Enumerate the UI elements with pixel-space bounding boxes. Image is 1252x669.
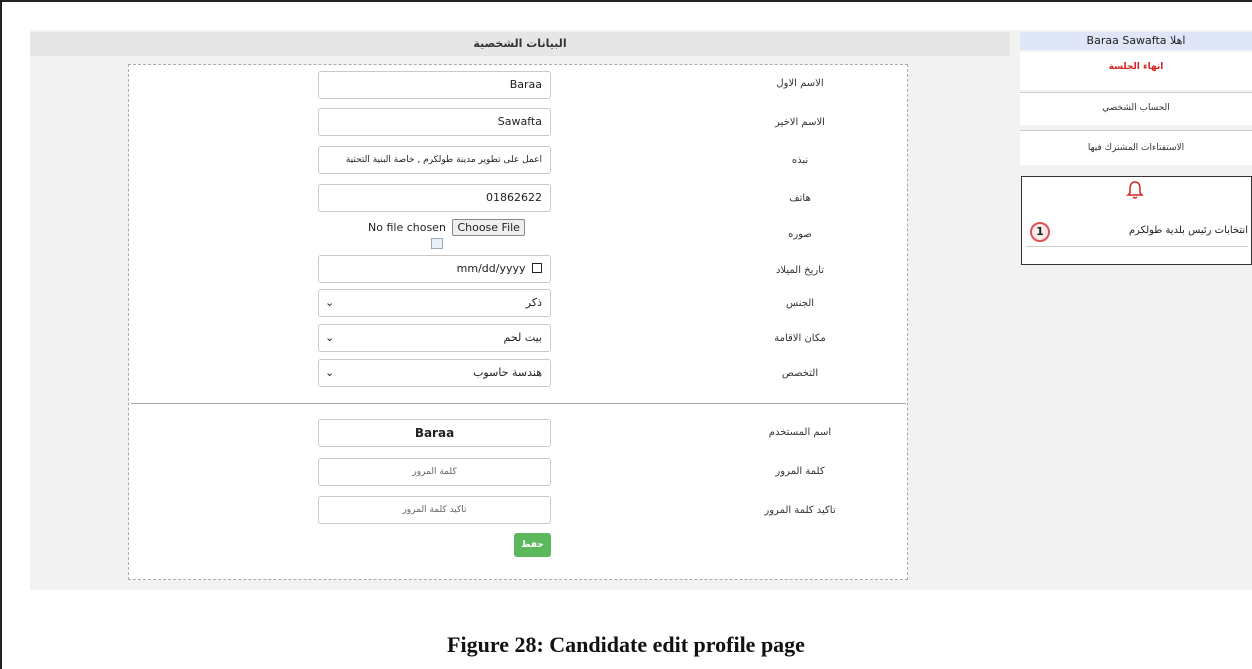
notification-item[interactable]: انتخابات رئيس بلدية طولكرم	[1060, 225, 1248, 236]
phone-input[interactable]: 01862622	[318, 184, 551, 212]
birthdate-label: تاريخ الميلاد	[775, 265, 825, 276]
major-label: التخصص	[781, 368, 819, 379]
page-title: البيانات الشخصية	[30, 32, 1010, 56]
logout-link[interactable]: انهاء الجلسة	[1020, 52, 1252, 90]
first-name-label: الاسم الاول	[776, 78, 824, 89]
phone-label: هاتف	[789, 193, 811, 204]
notification-divider	[1026, 246, 1248, 247]
sidebar-greeting: اهلا Baraa Sawafta	[1020, 32, 1252, 50]
bio-label: نبذه	[791, 155, 809, 166]
password-input[interactable]: كلمة المرور	[318, 458, 551, 486]
figure-caption: Figure 28: Candidate edit profile page	[447, 632, 805, 657]
chevron-down-icon: ⌄	[325, 331, 335, 344]
password-label: كلمة المرور	[775, 466, 825, 477]
profile-photo-image	[431, 238, 443, 249]
residence-label: مكان الاقامة	[774, 333, 826, 344]
notification-count-badge: 1	[1030, 222, 1050, 242]
last-name-input[interactable]: Sawafta	[318, 108, 551, 136]
file-input[interactable]: No file chosen Choose File	[368, 219, 525, 236]
photo-label: صوره	[788, 229, 812, 240]
calendar-icon[interactable]	[532, 263, 542, 273]
gender-label: الجنس	[785, 298, 815, 309]
gender-select[interactable]: ذكر ⌄	[318, 289, 551, 317]
sidebar-item-profile[interactable]: الحساب الشخصي	[1020, 92, 1252, 125]
confirm-password-label: تاكيد كلمة المرور	[764, 505, 836, 516]
username-input[interactable]: Baraa	[318, 419, 551, 447]
save-button[interactable]: حفظ	[514, 533, 551, 557]
section-divider	[131, 403, 906, 404]
choose-file-button[interactable]: Choose File	[452, 219, 525, 236]
username-label: اسم المستخدم	[768, 427, 832, 438]
birthdate-input[interactable]: mm/dd/yyyy	[318, 255, 551, 283]
last-name-label: الاسم الاخير	[775, 117, 825, 128]
major-value: هندسة حاسوب	[473, 366, 542, 379]
birthdate-value: mm/dd/yyyy	[456, 262, 526, 275]
first-name-input[interactable]: Baraa	[318, 71, 551, 99]
residence-value: بيت لحم	[503, 331, 542, 344]
confirm-password-input[interactable]: تاكيد كلمة المرور	[318, 496, 551, 524]
gender-value: ذكر	[525, 296, 542, 309]
bell-icon[interactable]	[1126, 180, 1144, 200]
chevron-down-icon: ⌄	[325, 366, 335, 379]
chevron-down-icon: ⌄	[325, 296, 335, 309]
bio-input[interactable]: اعمل على تطوير مدينة طولكرم , خاصة البني…	[318, 146, 551, 174]
file-status: No file chosen	[368, 221, 446, 234]
major-select[interactable]: هندسة حاسوب ⌄	[318, 359, 551, 387]
residence-select[interactable]: بيت لحم ⌄	[318, 324, 551, 352]
sidebar-item-polls[interactable]: الاستفتاءات المشترك فيها	[1020, 130, 1252, 165]
